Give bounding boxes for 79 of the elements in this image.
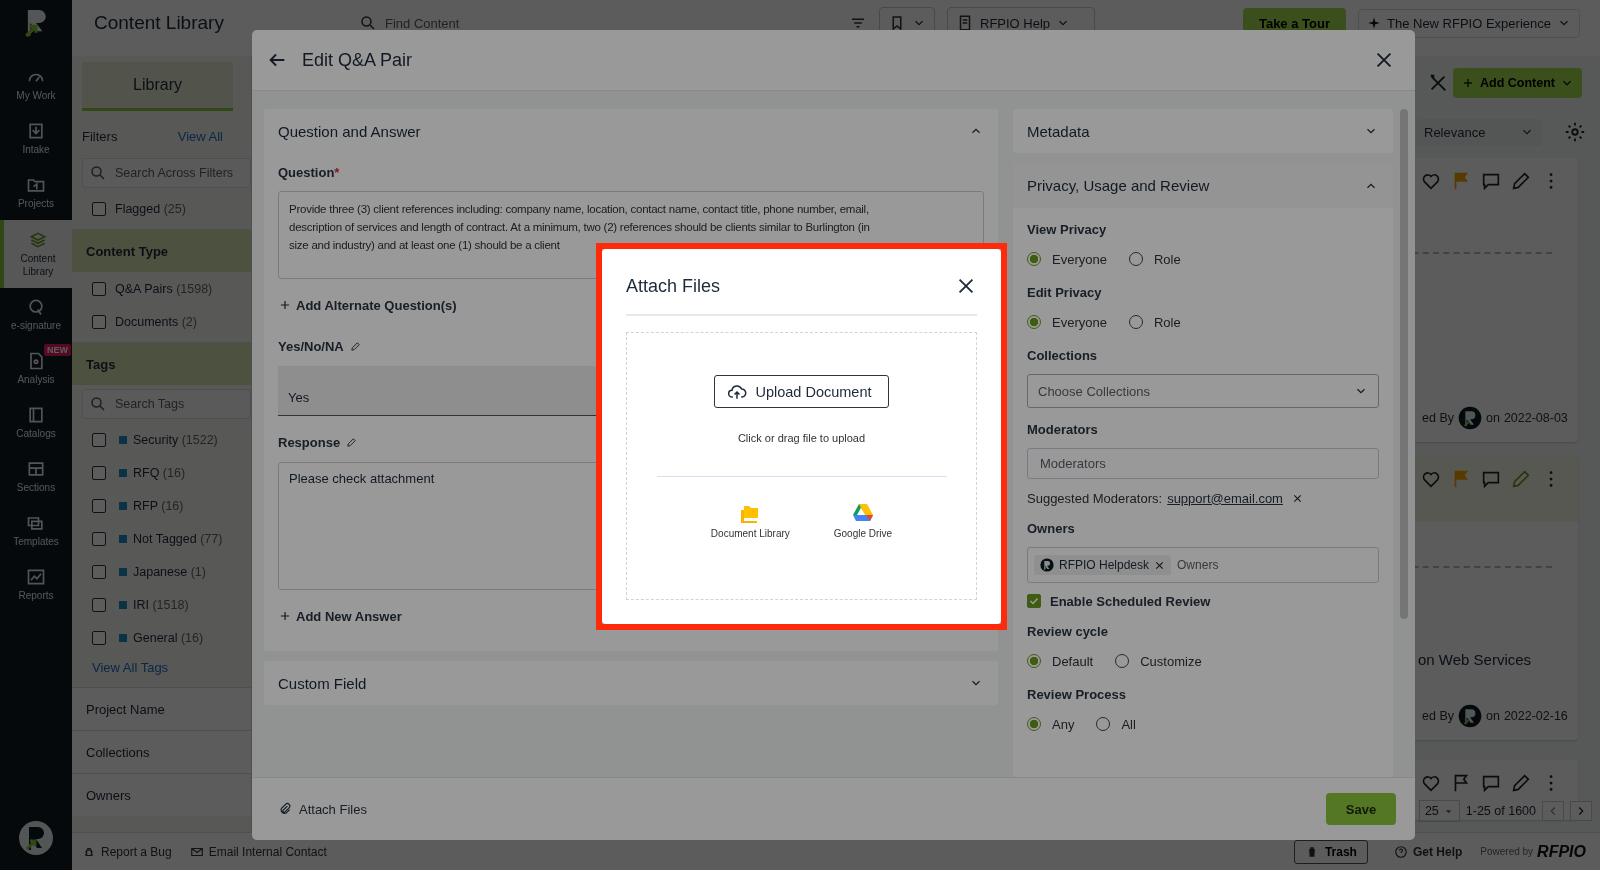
nav-item[interactable]: Templates: [0, 504, 72, 558]
view-all-link[interactable]: View All: [177, 129, 223, 144]
footer-link[interactable]: Report a Bug: [82, 844, 172, 859]
field-label: Review Process: [1027, 685, 1127, 703]
filter-section-header[interactable]: Project Name: [72, 687, 251, 730]
search-field[interactable]: Search Across Filters: [82, 158, 251, 188]
page-range: 1-25 of 1600: [1465, 804, 1536, 818]
add-alternate-question-link[interactable]: Add Alternate Question(s): [278, 296, 457, 314]
footer-link[interactable]: Email Internal Contact: [189, 844, 327, 859]
moderators-field[interactable]: Moderators: [1027, 448, 1379, 479]
section-header[interactable]: Metadata: [1013, 109, 1393, 153]
radio-option[interactable]: All: [1096, 716, 1136, 732]
save-button[interactable]: Save: [1326, 793, 1396, 825]
filter-section-header[interactable]: Collections: [72, 730, 251, 773]
nav-item[interactable]: NEW Analysis: [0, 342, 72, 396]
date-label: 2022-02-16: [1503, 709, 1568, 723]
collections-select[interactable]: Choose Collections: [1027, 374, 1379, 408]
view-all-tags-link[interactable]: View All Tags: [72, 654, 251, 687]
field-label: Edit Privacy: [1027, 283, 1103, 301]
nav-item[interactable]: Catalogs: [0, 396, 72, 450]
source-option[interactable]: Google Drive: [833, 501, 893, 539]
modal-title: Edit Q&A Pair: [302, 49, 413, 71]
nav-item[interactable]: Reports: [0, 558, 72, 612]
suggestion-label: Suggested Moderators:: [1027, 490, 1163, 506]
add-new-answer-link[interactable]: Add New Answer: [278, 607, 402, 625]
nav-item[interactable]: Projects: [0, 166, 72, 220]
card-excerpt: on Web Services: [1418, 651, 1532, 668]
drop-zone[interactable]: Upload Document Click or drag file to upload Document Library Google Drive: [626, 332, 977, 600]
upload-document-button[interactable]: Upload Document: [714, 375, 889, 408]
page-size-dropdown[interactable]: 25: [1418, 800, 1460, 822]
nav-item[interactable]: Sections: [0, 450, 72, 504]
source-option[interactable]: Document Library: [710, 501, 790, 539]
radio-option[interactable]: Role: [1128, 314, 1181, 330]
radio-option[interactable]: Role: [1128, 251, 1181, 267]
trash-button[interactable]: Trash: [1293, 839, 1368, 864]
filter-section-header[interactable]: Tags: [72, 342, 251, 385]
owner-chip[interactable]: RFPIO Helpdesk: [1034, 555, 1172, 575]
search-field[interactable]: Find Content: [351, 8, 837, 38]
field-label: Review cycle: [1027, 622, 1109, 640]
filters-title: Filters: [82, 129, 118, 144]
nav-item[interactable]: Content Library: [0, 220, 72, 288]
attach-files-link[interactable]: Attach Files: [278, 801, 367, 817]
field-label: Response: [278, 434, 341, 450]
upload-hint: Click or drag file to upload: [737, 432, 866, 444]
field-label: Collections: [1027, 346, 1099, 364]
nav-item[interactable]: e-signature: [0, 288, 72, 342]
owners-field[interactable]: RFPIO Helpdesk Owners: [1027, 547, 1379, 583]
author-label: ed By: [1422, 411, 1454, 425]
search-field[interactable]: Search Tags: [82, 389, 251, 419]
radio-option[interactable]: Any: [1027, 716, 1075, 732]
section-header[interactable]: Privacy, Usage and Review: [1013, 163, 1393, 208]
add-content-button[interactable]: Add Content: [1453, 68, 1582, 98]
filter-section-header[interactable]: Content Type: [72, 229, 251, 272]
page-title: Content Library: [94, 12, 225, 34]
date-label: 2022-08-03: [1503, 411, 1568, 425]
radio-option[interactable]: Everyone: [1027, 314, 1107, 330]
field-label: Question: [278, 164, 335, 180]
scheduled-review-checkbox[interactable]: Enable Scheduled Review: [1027, 592, 1379, 610]
date-label: on: [1485, 411, 1500, 425]
field-label: Moderators: [1027, 420, 1099, 438]
date-label: on: [1485, 709, 1500, 723]
help-link[interactable]: Get Help: [1393, 844, 1463, 859]
field-label: Owners: [1027, 519, 1076, 537]
email-link[interactable]: support@email.com: [1167, 490, 1283, 506]
section-header[interactable]: Question and Answer: [264, 109, 998, 153]
author-label: ed By: [1422, 709, 1454, 723]
section-header[interactable]: Custom Field: [264, 661, 998, 705]
radio-option[interactable]: Default: [1027, 653, 1094, 669]
nav-item[interactable]: My Work: [0, 58, 72, 112]
library-tab[interactable]: Library: [82, 62, 233, 111]
new-badge: NEW: [44, 344, 71, 356]
field-label: View Privacy: [1027, 220, 1108, 238]
nav-item[interactable]: Intake: [0, 112, 72, 166]
required-mark: *: [334, 164, 340, 180]
field-label: Yes/No/NA: [278, 338, 344, 354]
radio-option[interactable]: Customize: [1115, 653, 1202, 669]
radio-option[interactable]: Everyone: [1027, 251, 1107, 267]
brand-logo: RFPIO: [1537, 842, 1586, 861]
filter-section-header[interactable]: Owners: [72, 773, 251, 816]
